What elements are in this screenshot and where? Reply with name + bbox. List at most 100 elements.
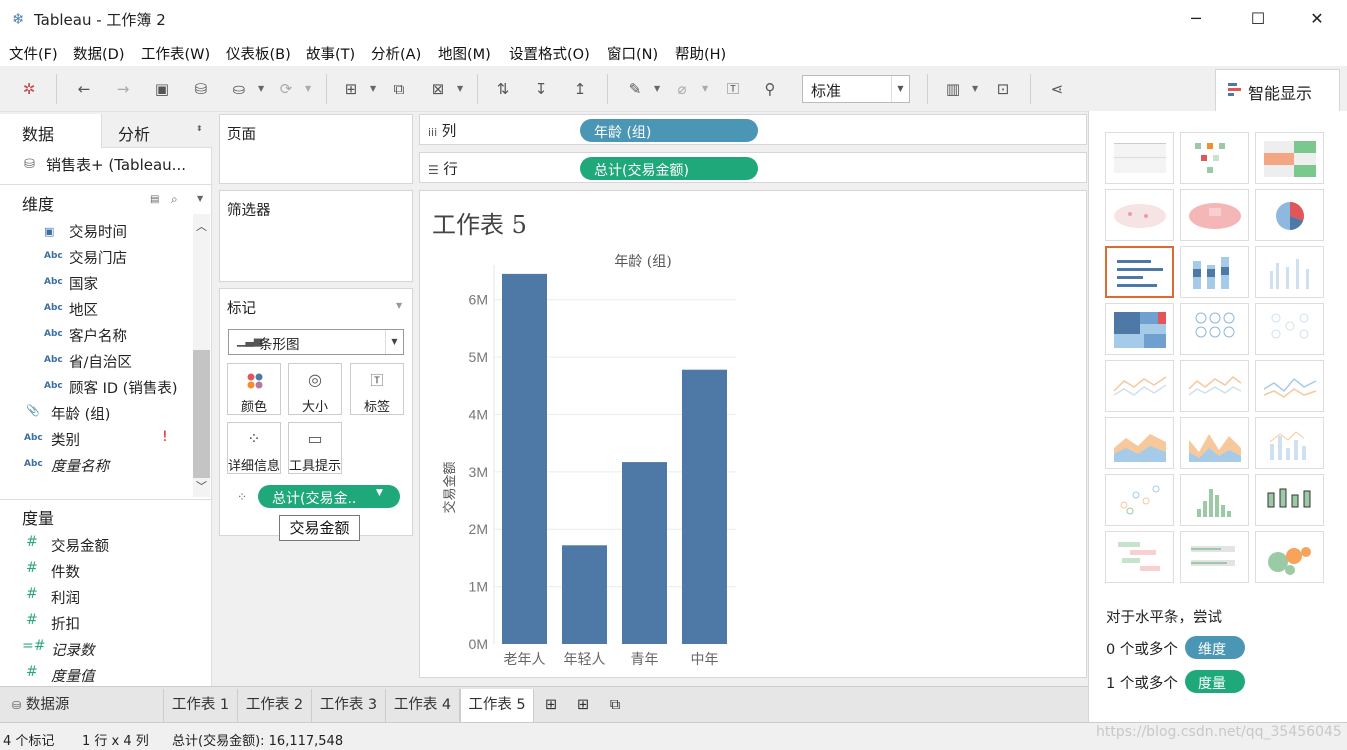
area-discrete-thumbnail[interactable] (1180, 417, 1249, 469)
maximize-button[interactable]: ☐ (1236, 4, 1280, 34)
columns-pill[interactable]: 年龄 (组) (580, 119, 758, 142)
mark-type-select[interactable]: ▁▃▅ 条形图 ▼ (228, 329, 404, 355)
tab-sheet-1[interactable]: 工作表 1 (164, 689, 238, 723)
detail-button[interactable]: ⁘ 详细信息 (227, 422, 281, 474)
share-icon[interactable]: ⋖ (1046, 78, 1068, 100)
scroll-down-icon[interactable]: ﹀ (196, 478, 207, 494)
new-sheet-icon[interactable]: ⊞ (340, 78, 362, 100)
duplicate-sheet-icon[interactable]: ⧉ (388, 78, 410, 100)
dimension-field[interactable]: 客户名称 (69, 325, 127, 346)
continuous-lines-thumbnail[interactable] (1105, 360, 1174, 412)
menu-file[interactable]: 文件(F) (9, 43, 58, 64)
refresh-dropdown-icon[interactable]: ▼ (305, 78, 315, 100)
tooltip-button[interactable]: ▭ 工具提示 (288, 422, 342, 474)
menu-analysis[interactable]: 分析(A) (371, 43, 421, 64)
mark-pill[interactable]: 总计(交易金.. ▼ (258, 485, 400, 508)
highlight-icon[interactable]: ✎ (624, 78, 646, 100)
show-cards-icon[interactable]: ▥ (942, 78, 964, 100)
treemap-thumbnail[interactable] (1105, 303, 1174, 355)
dual-combination-thumbnail[interactable] (1255, 417, 1324, 469)
scatter-plot-thumbnail[interactable] (1105, 474, 1174, 526)
menu-story[interactable]: 故事(T) (306, 43, 355, 64)
side-by-side-circles-thumbnail[interactable] (1255, 303, 1324, 355)
horizontal-bars-thumbnail[interactable] (1105, 246, 1174, 298)
discrete-lines-thumbnail[interactable] (1180, 360, 1249, 412)
datasource-name[interactable]: 销售表+ (Tableau... (46, 154, 186, 175)
menu-dashboard[interactable]: 仪表板(B) (226, 43, 291, 64)
show-cards-dropdown-icon[interactable]: ▼ (972, 78, 982, 100)
showme-tab[interactable]: 智能显示 (1215, 69, 1340, 111)
sort-descending-icon[interactable]: ↥ (569, 78, 591, 100)
menu-worksheet[interactable]: 工作表(W) (141, 43, 210, 64)
close-button[interactable]: ✕ (1295, 4, 1339, 34)
show-labels-icon[interactable]: 🅃 (722, 78, 744, 100)
stacked-bars-thumbnail[interactable] (1180, 246, 1249, 298)
dimension-field[interactable]: 顾客 ID (销售表) (69, 377, 177, 398)
filters-card[interactable]: 筛选器 (219, 190, 413, 282)
new-datasource-icon[interactable]: ⛁ (190, 78, 212, 100)
minimize-button[interactable]: ─ (1174, 4, 1218, 34)
tab-sheet-2[interactable]: 工作表 2 (238, 689, 312, 723)
presentation-icon[interactable]: ⊡ (992, 78, 1014, 100)
menu-data[interactable]: 数据(D) (73, 43, 124, 64)
dimension-field[interactable]: 交易门店 (69, 247, 127, 268)
menu-window[interactable]: 窗口(N) (607, 43, 658, 64)
tab-sheet-3[interactable]: 工作表 3 (312, 689, 386, 723)
sort-ascending-icon[interactable]: ↧ (530, 78, 552, 100)
menu-format[interactable]: 设置格式(O) (509, 43, 590, 64)
highlight-table-thumbnail[interactable] (1255, 132, 1324, 184)
side-by-side-bars-thumbnail[interactable] (1255, 246, 1324, 298)
dimension-field[interactable]: 度量名称 (51, 455, 109, 476)
pause-updates-icon[interactable]: ⛀ (228, 78, 250, 100)
back-icon[interactable]: ← (73, 78, 95, 100)
dimension-field[interactable]: 交易时间 (69, 221, 127, 242)
bar-chart[interactable]: 0M 1M 2M 3M 4M 5M 6M 年龄 (组) 交易金额老年人 年轻人 青年 中年 (420, 191, 1086, 677)
tab-sheet-4[interactable]: 工作表 4 (386, 689, 460, 723)
view-list-icon[interactable]: ▤ (150, 194, 159, 205)
new-sheet-dropdown-icon[interactable]: ▼ (370, 78, 380, 100)
label-button[interactable]: 🅃 标签 (350, 363, 404, 415)
symbol-map-thumbnail[interactable] (1105, 189, 1174, 241)
tab-data[interactable]: 数据 (0, 114, 102, 148)
menu-map[interactable]: 地图(M) (438, 43, 491, 64)
measure-field[interactable]: 度量值 (51, 665, 95, 686)
measure-field[interactable]: 记录数 (51, 639, 95, 660)
new-sheet-icon[interactable]: ⊞ (536, 689, 566, 723)
bullet-graph-thumbnail[interactable] (1180, 531, 1249, 583)
area-continuous-thumbnail[interactable] (1105, 417, 1174, 469)
gantt-chart-thumbnail[interactable] (1105, 531, 1174, 583)
dimension-field[interactable]: 地区 (69, 299, 98, 320)
chevron-down-icon[interactable]: ▼ (396, 301, 402, 310)
measure-field[interactable]: 交易金额 (51, 535, 109, 556)
bar[interactable] (502, 273, 547, 644)
pie-chart-thumbnail[interactable] (1255, 189, 1324, 241)
new-story-icon[interactable]: ⧉ (600, 689, 630, 723)
fit-select[interactable]: 标准 ▼ (802, 75, 910, 103)
pages-card[interactable]: 页面 (219, 114, 413, 184)
forward-icon[interactable]: → (112, 78, 134, 100)
tab-analysis[interactable]: 分析 ⬍ (102, 114, 212, 148)
color-button[interactable]: 颜色 (227, 363, 281, 415)
save-icon[interactable]: ▣ (151, 78, 173, 100)
pin-icon[interactable]: ⚲ (759, 78, 781, 100)
chevron-down-icon[interactable]: ▼ (891, 76, 909, 102)
filled-map-thumbnail[interactable] (1180, 189, 1249, 241)
tab-datasource[interactable]: ⛁ 数据源 (4, 689, 164, 723)
text-table-thumbnail[interactable] (1105, 132, 1174, 184)
measure-field[interactable]: 利润 (51, 587, 80, 608)
box-plot-thumbnail[interactable] (1255, 474, 1324, 526)
scroll-up-icon[interactable]: ︿ (196, 218, 207, 234)
group-icon[interactable]: ⌀ (671, 78, 693, 100)
dual-lines-thumbnail[interactable] (1255, 360, 1324, 412)
menu-help[interactable]: 帮助(H) (675, 43, 726, 64)
scrollbar-thumb[interactable] (193, 350, 210, 478)
measure-field[interactable]: 折扣 (51, 613, 80, 634)
measure-field[interactable]: 件数 (51, 561, 80, 582)
bar[interactable] (622, 462, 667, 644)
dimension-field[interactable]: 年龄 (组) (51, 403, 110, 424)
group-dropdown-icon[interactable]: ▼ (702, 78, 712, 100)
highlight-dropdown-icon[interactable]: ▼ (654, 78, 664, 100)
search-icon[interactable]: ⌕ (171, 192, 178, 207)
heat-map-thumbnail[interactable] (1180, 132, 1249, 184)
columns-shelf[interactable]: iii 列 年龄 (组) (419, 114, 1087, 145)
